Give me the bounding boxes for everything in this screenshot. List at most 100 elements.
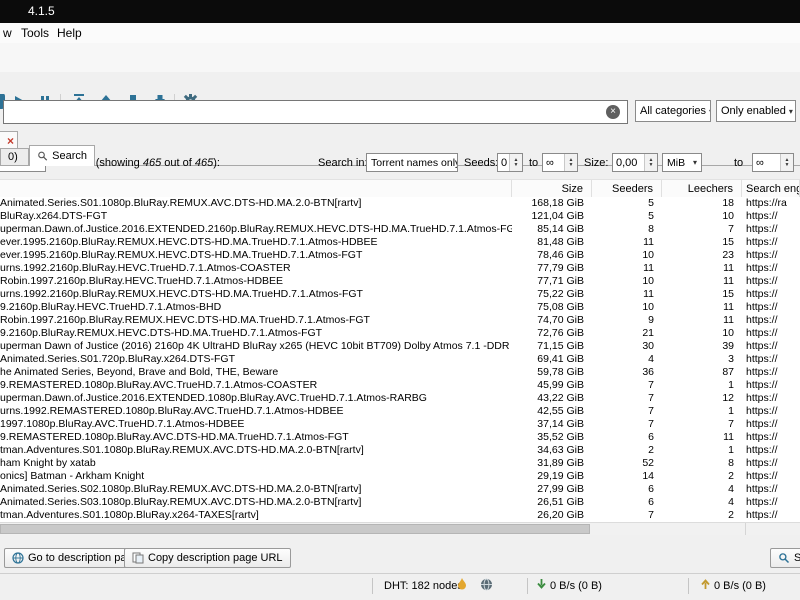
torrent-leechers: 1 — [662, 405, 742, 418]
table-row[interactable]: Animated.Series.S01.1080p.BluRay.REMUX.A… — [0, 197, 800, 210]
close-tab-button[interactable]: × — [7, 135, 14, 147]
table-row[interactable]: Animated.Series.S02.1080p.BluRay.REMUX.A… — [0, 483, 800, 496]
torrent-engine: https://ra — [742, 197, 800, 210]
copy-url-button[interactable]: Copy description page URL — [124, 548, 291, 568]
size-unit-value: MiB — [667, 157, 685, 169]
torrent-size: 59,78 GiB — [512, 366, 592, 379]
torrent-name: ever.1995.2160p.BluRay.REMUX.HEVC.DTS-HD… — [0, 236, 512, 249]
torrent-seeders: 36 — [592, 366, 662, 379]
connection-status-icon[interactable] — [457, 578, 467, 594]
torrent-seeders: 4 — [592, 353, 662, 366]
column-header-leechers[interactable]: Leechers — [662, 180, 742, 197]
table-row[interactable]: 9.2160p.BluRay.REMUX.HEVC.DTS-HD.MA.True… — [0, 327, 800, 340]
table-row[interactable]: onics] Batman - Arkham Knight 29,19 GiB … — [0, 470, 800, 483]
column-header-size[interactable]: Size — [512, 180, 592, 197]
seeds-max-spinbox[interactable]: ∞ ▲▼ — [542, 153, 578, 172]
seeds-to-label: to — [529, 157, 538, 169]
search-in-select[interactable]: Torrent names only ▾ — [366, 153, 458, 172]
size-min-spinbox[interactable]: 0,00 ▲▼ — [612, 153, 658, 172]
spin-down-icon: ▼ — [785, 163, 790, 168]
clear-search-button[interactable]: × — [606, 105, 620, 119]
alt-speed-icon[interactable] — [480, 578, 493, 594]
download-speed-icon — [536, 578, 547, 593]
torrent-name: BluRay.x264.DTS-FGT — [0, 210, 512, 223]
tab-transfers[interactable]: 0) — [0, 148, 29, 166]
torrent-seeders: 10 — [592, 275, 662, 288]
torrent-leechers: 11 — [662, 275, 742, 288]
search-input[interactable] — [3, 100, 628, 124]
torrent-name: uperman Dawn of Justice (2016) 2160p 4K … — [0, 340, 512, 353]
tab-search[interactable]: Search — [29, 145, 95, 166]
torrent-leechers: 15 — [662, 288, 742, 301]
menu-item-help[interactable]: Help — [57, 26, 82, 40]
table-row[interactable]: 1997.1080p.BluRay.AVC.TrueHD.7.1.Atmos-H… — [0, 418, 800, 431]
spinner-buttons[interactable]: ▲▼ — [509, 154, 522, 171]
torrent-seeders: 9 — [592, 314, 662, 327]
table-row[interactable]: 9.REMASTERED.1080p.BluRay.AVC.DTS-HD.MA.… — [0, 431, 800, 444]
scrollbar-thumb[interactable] — [0, 524, 590, 534]
search-button[interactable]: Se — [770, 548, 800, 568]
spinner-buttons[interactable]: ▲▼ — [644, 154, 657, 171]
torrent-size: 42,55 GiB — [512, 405, 592, 418]
table-row[interactable]: BluRay.x264.DTS-FGT 121,04 GiB 5 10 http… — [0, 210, 800, 223]
plugins-value: Only enabled — [721, 105, 786, 117]
table-row[interactable]: Robin.1997.2160p.BluRay.HEVC.TrueHD.7.1.… — [0, 275, 800, 288]
plugins-select[interactable]: Only enabled ▾ — [716, 100, 796, 122]
torrent-leechers: 8 — [662, 457, 742, 470]
torrent-name: Animated.Series.S03.1080p.BluRay.REMUX.A… — [0, 496, 512, 509]
seeds-min-value: 0 — [498, 157, 509, 169]
torrent-name: Robin.1997.2160p.BluRay.HEVC.TrueHD.7.1.… — [0, 275, 512, 288]
table-row[interactable]: urns.1992.REMASTERED.1080p.BluRay.AVC.Tr… — [0, 405, 800, 418]
torrent-leechers: 12 — [662, 392, 742, 405]
table-row[interactable]: tman.Adventures.S01.1080p.BluRay.REMUX.A… — [0, 444, 800, 457]
torrent-leechers: 11 — [662, 262, 742, 275]
spinner-buttons[interactable]: ▲▼ — [564, 154, 577, 171]
categories-select[interactable]: All categories ▾ — [635, 100, 711, 122]
column-header-name[interactable] — [0, 180, 512, 197]
torrent-size: 71,15 GiB — [512, 340, 592, 353]
table-row[interactable]: Animated.Series.S01.720p.BluRay.x264.DTS… — [0, 353, 800, 366]
window-title: 4.1.5 — [28, 4, 55, 18]
table-row[interactable]: 9.REMASTERED.1080p.BluRay.AVC.TrueHD.7.1… — [0, 379, 800, 392]
table-row[interactable]: 9.2160p.BluRay.HEVC.TrueHD.7.1.Atmos-BHD… — [0, 301, 800, 314]
torrent-seeders: 8 — [592, 223, 662, 236]
menu-item-view[interactable]: w — [3, 26, 12, 40]
size-label: Size: — [584, 157, 608, 169]
torrent-seeders: 52 — [592, 457, 662, 470]
size-unit-select[interactable]: MiB ▾ — [662, 153, 702, 172]
table-row[interactable]: ever.1995.2160p.BluRay.REMUX.HEVC.DTS-HD… — [0, 236, 800, 249]
table-row[interactable]: uperman.Dawn.of.Justice.2016.EXTENDED.21… — [0, 223, 800, 236]
torrent-engine: https:// — [742, 457, 800, 470]
torrent-leechers: 15 — [662, 236, 742, 249]
menu-bar: w Tools Help — [0, 23, 800, 44]
upload-speed-icon — [700, 578, 711, 593]
table-row[interactable]: tman.Adventures.S01.1080p.BluRay.x264-TA… — [0, 509, 800, 522]
column-header-engine[interactable]: Search engine — [742, 180, 800, 197]
torrent-engine: https:// — [742, 405, 800, 418]
table-row[interactable]: uperman Dawn of Justice (2016) 2160p 4K … — [0, 340, 800, 353]
table-row[interactable]: Robin.1997.2160p.BluRay.REMUX.HEVC.DTS-H… — [0, 314, 800, 327]
table-row[interactable]: ham Knight by xatab 31,89 GiB 52 8 https… — [0, 457, 800, 470]
spinner-buttons[interactable]: ▲▼ — [780, 154, 793, 171]
table-row[interactable]: uperman.Dawn.of.Justice.2016.EXTENDED.10… — [0, 392, 800, 405]
table-row[interactable]: urns.1992.2160p.BluRay.HEVC.TrueHD.7.1.A… — [0, 262, 800, 275]
torrent-engine: https:// — [742, 288, 800, 301]
table-row[interactable]: Animated.Series.S03.1080p.BluRay.REMUX.A… — [0, 496, 800, 509]
torrent-engine: https:// — [742, 392, 800, 405]
torrent-leechers: 11 — [662, 301, 742, 314]
menu-item-tools[interactable]: Tools — [21, 26, 49, 40]
chevron-down-icon: ▾ — [789, 107, 793, 116]
torrent-name: urns.1992.2160p.BluRay.REMUX.HEVC.DTS-HD… — [0, 288, 512, 301]
size-max-spinbox[interactable]: ∞ ▲▼ — [752, 153, 794, 172]
torrent-size: 34,63 GiB — [512, 444, 592, 457]
table-row[interactable]: urns.1992.2160p.BluRay.REMUX.HEVC.DTS-HD… — [0, 288, 800, 301]
torrent-engine: https:// — [742, 223, 800, 236]
torrent-seeders: 6 — [592, 496, 662, 509]
torrent-size: 31,89 GiB — [512, 457, 592, 470]
horizontal-scrollbar[interactable] — [0, 522, 800, 535]
column-header-seeders[interactable]: Seeders — [592, 180, 662, 197]
seeds-min-spinbox[interactable]: 0 ▲▼ — [497, 153, 523, 172]
table-row[interactable]: he Animated Series, Beyond, Brave and Bo… — [0, 366, 800, 379]
table-row[interactable]: ever.1995.2160p.BluRay.REMUX.HEVC.DTS-HD… — [0, 249, 800, 262]
torrent-size: 168,18 GiB — [512, 197, 592, 210]
